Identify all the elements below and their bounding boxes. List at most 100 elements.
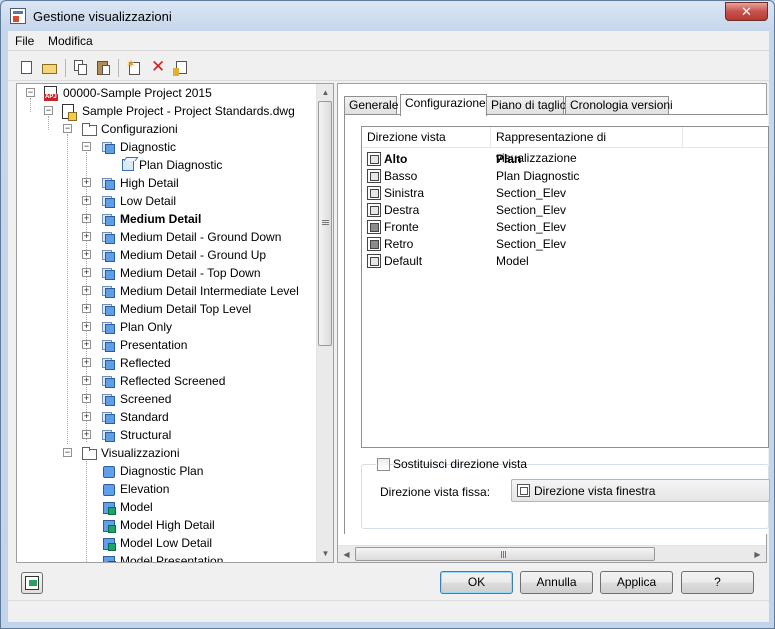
view-direction-list[interactable]: Direzione vista Rappresentazione di visu…: [361, 126, 769, 448]
expand-icon[interactable]: +: [82, 376, 91, 385]
tree-item-display[interactable]: Diagnostic Plan: [17, 462, 317, 480]
expand-icon[interactable]: +: [82, 232, 91, 241]
column-header-representation[interactable]: Rappresentazione di visualizzazione: [491, 127, 683, 165]
expand-icon[interactable]: +: [82, 286, 91, 295]
title-bar[interactable]: Gestione visualizzazioni ✕: [1, 1, 774, 31]
tree-item-label: Visualizzazioni: [101, 446, 180, 460]
tree-item-label: Medium Detail Top Level: [120, 302, 252, 316]
direction-cell: Fronte: [384, 220, 419, 234]
column-header-direction[interactable]: Direzione vista: [362, 127, 491, 148]
tab-configurazione[interactable]: Configurazione: [400, 94, 487, 116]
properties-panel: Generale Configurazione Piano di taglio …: [337, 83, 770, 563]
collapse-icon[interactable]: −: [44, 106, 53, 115]
scroll-thumb[interactable]: [318, 101, 332, 346]
tree-item-configuration[interactable]: + Presentation: [17, 336, 317, 354]
expand-icon[interactable]: +: [82, 358, 91, 367]
tree-item-configuration[interactable]: + Plan Only: [17, 318, 317, 336]
override-checkbox-label[interactable]: Sostituisci direzione vista: [393, 457, 527, 471]
expand-icon[interactable]: +: [82, 340, 91, 349]
expand-icon[interactable]: +: [82, 412, 91, 421]
tree-item-display[interactable]: Model Low Detail: [17, 534, 317, 552]
copy-icon[interactable]: [72, 59, 90, 77]
new-icon[interactable]: [18, 59, 36, 77]
collapse-icon[interactable]: −: [63, 448, 72, 457]
tree-item-configuration[interactable]: + Screened: [17, 390, 317, 408]
tree-item-configuration[interactable]: + High Detail: [17, 174, 317, 192]
display-preview-icon[interactable]: [21, 572, 43, 594]
ok-button[interactable]: OK: [440, 571, 513, 594]
tree-item-display[interactable]: Elevation: [17, 480, 317, 498]
list-row[interactable]: Retro Section_Elev: [362, 236, 768, 253]
tree-item-configuration[interactable]: + Low Detail: [17, 192, 317, 210]
tree-item-display[interactable]: Model: [17, 498, 317, 516]
tree-item-configuration[interactable]: + Medium Detail - Ground Up: [17, 246, 317, 264]
list-row[interactable]: Basso Plan Diagnostic: [362, 168, 768, 185]
panel-horizontal-scrollbar[interactable]: ◀ ▶: [338, 545, 766, 562]
tree-item-representation[interactable]: Plan Diagnostic: [17, 156, 317, 174]
tree-item-drawing[interactable]: − Sample Project - Project Standards.dwg: [17, 102, 317, 121]
list-row[interactable]: Alto Plan: [362, 151, 768, 168]
tree-item-display[interactable]: Model High Detail: [17, 516, 317, 534]
expand-icon[interactable]: +: [82, 196, 91, 205]
menu-modifica[interactable]: Modifica: [48, 34, 93, 48]
help-button[interactable]: ?: [681, 571, 754, 594]
tree-view[interactable]: − 00000-Sample Project 2015 − Sample Pro…: [16, 83, 334, 563]
main-window: Gestione visualizzazioni ✕ File Modifica…: [0, 0, 775, 629]
open-icon[interactable]: [41, 59, 59, 77]
view-cube-icon: [367, 254, 381, 268]
expand-icon[interactable]: +: [82, 178, 91, 187]
tree-item-configuration[interactable]: + Reflected Screened: [17, 372, 317, 390]
tree-item-label: Plan Diagnostic: [139, 158, 223, 172]
scroll-left-icon[interactable]: ◀: [338, 546, 355, 563]
cancel-button[interactable]: Annulla: [520, 571, 593, 594]
paste-icon[interactable]: [95, 59, 113, 77]
collapse-icon[interactable]: −: [63, 124, 72, 133]
list-row[interactable]: Sinistra Section_Elev: [362, 185, 768, 202]
apply-button[interactable]: Applica: [600, 571, 673, 594]
tab-generale[interactable]: Generale: [344, 96, 398, 115]
tree-item-label: Elevation: [120, 482, 170, 496]
override-checkbox-wrap[interactable]: Sostituisci direzione vista: [376, 457, 527, 472]
configuration-icon: [100, 373, 116, 389]
tree-item-project[interactable]: − 00000-Sample Project 2015: [17, 84, 317, 102]
purge-icon[interactable]: [172, 59, 190, 77]
scroll-down-icon[interactable]: ▼: [317, 545, 333, 562]
expand-icon[interactable]: +: [82, 268, 91, 277]
menu-file[interactable]: File: [15, 34, 34, 48]
new-configuration-icon[interactable]: ✶: [126, 57, 144, 77]
scroll-thumb[interactable]: [355, 547, 655, 561]
expand-icon[interactable]: +: [82, 214, 91, 223]
tree-item-configuration[interactable]: + Medium Detail Intermediate Level: [17, 282, 317, 300]
expand-icon[interactable]: +: [82, 250, 91, 259]
expand-icon[interactable]: +: [82, 394, 91, 403]
scroll-up-icon[interactable]: ▲: [317, 84, 333, 101]
fixed-direction-dropdown[interactable]: Direzione vista finestra: [511, 479, 770, 502]
tree-item-configuration[interactable]: + Reflected: [17, 354, 317, 372]
list-row[interactable]: Destra Section_Elev: [362, 202, 768, 219]
tree-item-configuration[interactable]: + Medium Detail - Ground Down: [17, 228, 317, 246]
tree-item-configuration[interactable]: + Medium Detail Top Level: [17, 300, 317, 318]
tab-piano-di-taglio[interactable]: Piano di taglio: [486, 96, 566, 115]
tree-item-configuration[interactable]: + Medium Detail - Top Down: [17, 264, 317, 282]
expand-icon[interactable]: +: [82, 322, 91, 331]
tab-cronologia-versioni[interactable]: Cronologia versioni: [565, 96, 673, 115]
list-row[interactable]: Default Model: [362, 253, 768, 270]
tree-vertical-scrollbar[interactable]: ▲ ▼: [316, 84, 333, 562]
list-row[interactable]: Fronte Section_Elev: [362, 219, 768, 236]
tree-item-configurations-folder[interactable]: − Configurazioni: [17, 120, 317, 138]
tree-item-configuration[interactable]: − Diagnostic: [17, 138, 317, 156]
tree-item-display[interactable]: Model Presentation: [17, 552, 317, 562]
tree-item-configuration[interactable]: + Standard: [17, 408, 317, 426]
scroll-right-icon[interactable]: ▶: [749, 546, 766, 563]
tree-item-configuration[interactable]: + Structural: [17, 426, 317, 444]
collapse-icon[interactable]: −: [26, 88, 35, 97]
tree-item-configuration-current[interactable]: + Medium Detail: [17, 210, 317, 228]
delete-icon[interactable]: ✕: [149, 57, 167, 77]
expand-icon[interactable]: +: [82, 304, 91, 313]
expand-icon[interactable]: +: [82, 430, 91, 439]
view-cube-icon: [119, 157, 135, 173]
collapse-icon[interactable]: −: [82, 142, 91, 151]
override-checkbox[interactable]: [377, 458, 390, 471]
tree-item-displays-folder[interactable]: − Visualizzazioni: [17, 444, 317, 462]
close-button[interactable]: ✕: [725, 2, 768, 21]
